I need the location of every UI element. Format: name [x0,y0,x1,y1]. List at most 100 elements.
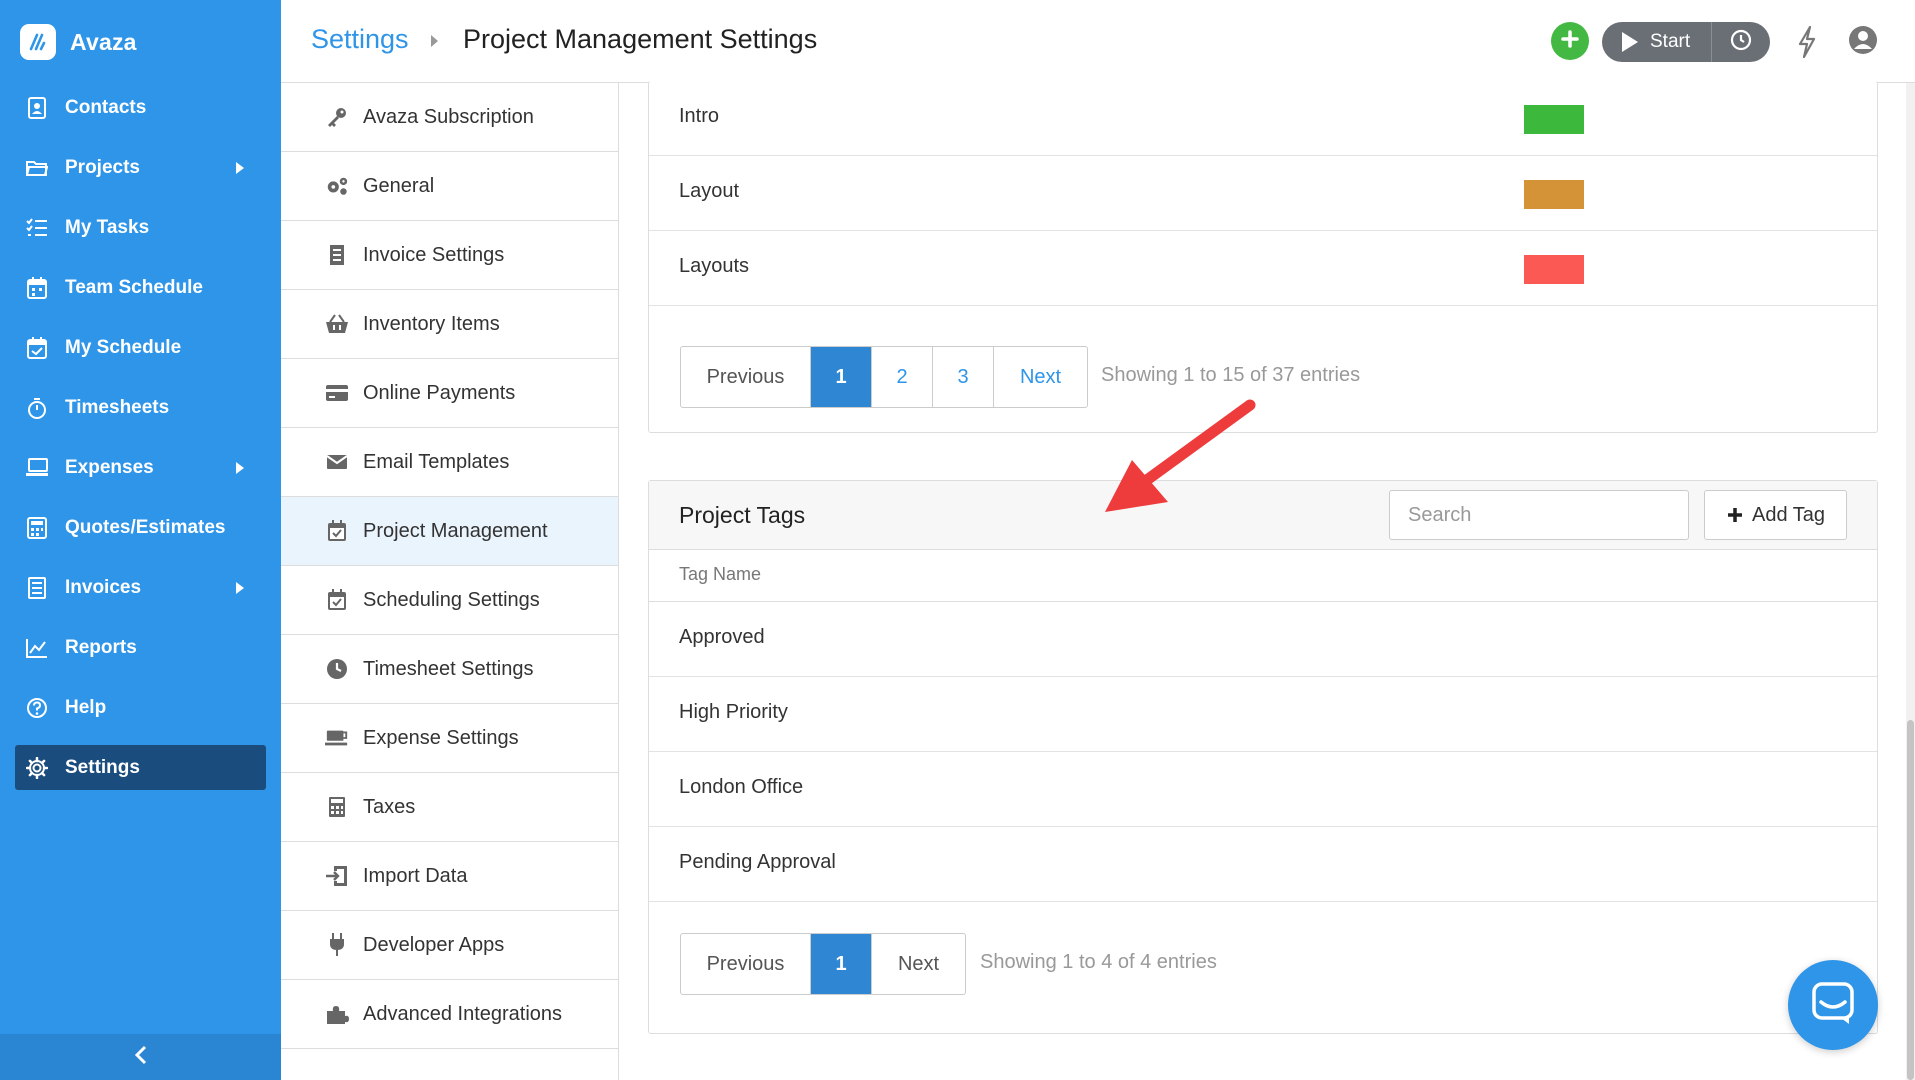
brand-name: Avaza [70,28,137,55]
pagination-next-button[interactable]: Next [872,934,965,994]
table-row[interactable]: London Office [649,752,1877,827]
settings-item-invoice-settings[interactable]: Invoice Settings [281,221,618,290]
quick-add-button[interactable] [1551,22,1589,60]
scrollbar-thumb[interactable] [1907,720,1914,1080]
sidebar-item-invoices[interactable]: Invoices [15,565,266,610]
sidebar-item-label: Help [65,696,107,718]
settings-item-label: Scheduling Settings [363,588,540,611]
category-row[interactable]: Layout [649,156,1877,231]
breadcrumb-settings-link[interactable]: Settings [311,24,409,55]
sidebar-item-label: Contacts [65,96,147,118]
settings-item-label: Project Management [363,519,548,542]
pagination-previous-button[interactable]: Previous [681,347,811,407]
sidebar-item-settings[interactable]: Settings [15,745,266,790]
sidebar-collapse-button[interactable] [0,1034,281,1080]
sidebar-item-label: Reports [65,636,137,658]
sidebar-item-label: My Schedule [65,336,182,358]
settings-item-advanced-integrations[interactable]: Advanced Integrations [281,980,618,1049]
pagination-page-1[interactable]: 1 [811,934,872,994]
table-row[interactable]: Pending Approval [649,827,1877,902]
project-tags-header: Project Tags Add Tag [649,481,1877,550]
settings-item-project-management[interactable]: Project Management [281,497,618,566]
add-tag-label: Add Tag [1751,503,1826,526]
lightning-icon[interactable] [1797,25,1817,63]
invoice-icon [25,576,49,600]
receipt-icon [25,456,49,480]
sidebar-item-timesheets[interactable]: Timesheets [15,385,266,430]
sidebar-item-contacts[interactable]: Contacts [15,85,266,130]
settings-item-email-templates[interactable]: Email Templates [281,428,618,497]
pagination-page-2[interactable]: 2 [872,347,933,407]
settings-item-avaza-subscription[interactable]: Avaza Subscription [281,83,618,152]
category-name: Intro [679,105,720,127]
calendar-check-icon [325,519,349,543]
settings-item-taxes[interactable]: Taxes [281,773,618,842]
add-tag-button[interactable]: Add Tag [1704,490,1847,540]
sidebar-item-label: My Tasks [65,216,150,238]
sidebar-item-expenses[interactable]: Expenses [15,445,266,490]
pagination-next-button[interactable]: Next [994,347,1087,407]
category-row[interactable]: Layouts [649,231,1877,306]
settings-item-label: General [363,174,435,197]
project-categories-panel: Intro Layout Layouts Previous 1 2 3 Next… [648,81,1878,433]
timer-history-button[interactable] [1712,22,1770,62]
settings-item-online-payments[interactable]: Online Payments [281,359,618,428]
puzzle-icon [325,1002,349,1026]
pagination-page-1[interactable]: 1 [811,347,872,407]
sidebar-item-projects[interactable]: Projects [15,145,266,190]
settings-item-label: Expense Settings [363,726,519,749]
start-timer-button[interactable]: Start [1602,22,1712,62]
calendar-icon [25,276,49,300]
sidebar-item-quotes[interactable]: Quotes/Estimates [15,505,266,550]
tag-name-column-header[interactable]: Tag Name [649,550,1877,602]
credit-card-icon [325,381,349,405]
table-row[interactable]: High Priority [649,677,1877,752]
settings-item-label: Email Templates [363,450,510,473]
chevron-left-icon [134,1045,147,1070]
sidebar-item-help[interactable]: Help [15,685,266,730]
sidebar-item-my-schedule[interactable]: My Schedule [15,325,266,370]
settings-item-scheduling-settings[interactable]: Scheduling Settings [281,566,618,635]
chat-launcher-button[interactable] [1788,960,1878,1050]
category-color-swatch[interactable] [1524,180,1584,209]
gear-icon [25,756,49,780]
settings-item-import-data[interactable]: Import Data [281,842,618,911]
chevron-right-icon [236,162,244,174]
sidebar-item-reports[interactable]: Reports [15,625,266,670]
pagination-page-3[interactable]: 3 [933,347,994,407]
envelope-icon [325,450,349,474]
category-color-swatch[interactable] [1524,105,1584,134]
settings-item-inventory-items[interactable]: Inventory Items [281,290,618,359]
chevron-right-icon [236,582,244,594]
tags-pagination: Previous 1 Next [680,933,966,995]
sidebar-item-team-schedule[interactable]: Team Schedule [15,265,266,310]
clock-icon [1730,29,1752,56]
settings-item-label: Inventory Items [363,312,500,335]
chart-icon [25,636,49,660]
settings-item-timesheet-settings[interactable]: Timesheet Settings [281,635,618,704]
brand[interactable]: Avaza [20,24,137,60]
tag-name: Approved [679,626,765,648]
clock-icon [325,657,349,681]
settings-item-expense-settings[interactable]: Expense Settings [281,704,618,773]
table-row[interactable]: Approved [649,602,1877,677]
tag-search-input[interactable] [1389,490,1689,540]
settings-item-general[interactable]: General [281,152,618,221]
column-header-label: Tag Name [679,564,762,584]
settings-item-label: Timesheet Settings [363,657,534,680]
timer-controls: Start [1602,22,1770,62]
sidebar-item-my-tasks[interactable]: My Tasks [15,205,266,250]
invoice-icon [325,243,349,267]
calculator-icon [325,795,349,819]
user-avatar-icon[interactable] [1847,24,1879,61]
avaza-logo-icon [20,24,56,60]
plus-icon [1726,506,1744,524]
category-color-swatch[interactable] [1524,255,1584,284]
category-row[interactable]: Intro [649,81,1877,156]
settings-item-developer-apps[interactable]: Developer Apps [281,911,618,980]
calendar-check-icon [325,588,349,612]
sidebar-item-label: Settings [65,756,140,778]
help-icon [25,696,49,720]
pagination-previous-button[interactable]: Previous [681,934,811,994]
tag-name: High Priority [679,701,788,723]
